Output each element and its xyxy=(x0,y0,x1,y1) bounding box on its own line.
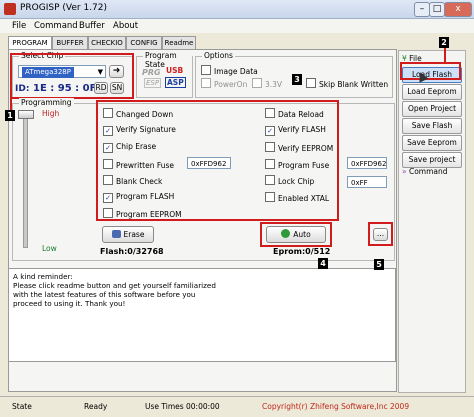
window-title: PROGISP (Ver 1.72) xyxy=(20,3,108,13)
annotation-label-5: 5 xyxy=(374,259,384,270)
sidebar: ¥ File Load Flash Load Eeprom Open Proje… xyxy=(398,50,466,393)
checkbox-icon xyxy=(103,108,113,118)
annotation-label-4: 4 xyxy=(318,258,328,269)
op-program-eeprom[interactable]: Program EEPROM xyxy=(103,208,182,219)
op-verify-eeprom[interactable]: Verify EEPROM xyxy=(265,142,333,153)
status-state-value: Ready xyxy=(84,402,108,411)
menu-command[interactable]: Command xyxy=(34,21,78,31)
op-enabled-xtal[interactable]: Enabled XTAL xyxy=(265,192,329,203)
skip-blank-checkbox[interactable]: Skip Blank Written xyxy=(306,78,388,89)
menu-bar: File Command Buffer About xyxy=(0,19,474,33)
checkbox-icon xyxy=(103,175,113,185)
sidebar-command-header[interactable]: » Command xyxy=(402,167,448,176)
fuse-value-field[interactable]: 0xFFD962 xyxy=(347,157,387,169)
save-eeprom-button[interactable]: Save Eeprom xyxy=(402,135,462,151)
tab-checkio[interactable]: CHECKIO xyxy=(88,36,126,49)
options-title: Options xyxy=(202,51,235,60)
app-icon xyxy=(4,3,16,15)
tab-config[interactable]: CONFIG xyxy=(126,36,162,49)
speed-slider-handle[interactable] xyxy=(18,110,34,119)
annotation-line-2 xyxy=(444,46,446,62)
erase-button[interactable]: Erase xyxy=(102,226,154,243)
save-project-button[interactable]: Save project xyxy=(402,152,462,168)
load-eeprom-button[interactable]: Load Eeprom xyxy=(402,84,462,100)
image-data-checkbox[interactable]: Image Data xyxy=(201,65,258,76)
status-state-label: State xyxy=(12,402,32,411)
op-program-fuse[interactable]: Program Fuse xyxy=(265,159,329,170)
checkbox-icon xyxy=(265,142,275,152)
power-on-checkbox[interactable]: PowerOn xyxy=(201,78,247,89)
speed-low-label: Low xyxy=(42,244,57,253)
status-use-times-value: 00:00:00 xyxy=(186,402,220,411)
lock-value-field[interactable]: 0xFF xyxy=(347,176,387,188)
checkmark-icon: ✓ xyxy=(103,143,113,153)
prewritten-fuse-field[interactable]: 0xFFD962 xyxy=(187,157,231,169)
op-chip-erase[interactable]: ✓ Chip Erase xyxy=(103,142,156,153)
checkbox-icon xyxy=(103,208,113,218)
op-changed-down[interactable]: Changed Down xyxy=(103,108,173,119)
op-data-reload[interactable]: Data Reload xyxy=(265,108,324,119)
status-use-times-label: Use Times xyxy=(145,402,184,411)
voltage-checkbox[interactable]: 3.3V xyxy=(252,78,282,89)
checkbox-icon xyxy=(265,175,275,185)
checkmark-icon: ✓ xyxy=(103,126,113,136)
maximize-button[interactable]: □ xyxy=(429,2,445,17)
annotation-box-5 xyxy=(368,222,393,246)
op-verify-signature[interactable]: ✓ Verify Signature xyxy=(103,125,176,136)
esp-indicator: ESP xyxy=(144,78,162,88)
close-button[interactable]: x xyxy=(444,2,472,17)
usb-indicator: USB xyxy=(166,66,184,75)
checkmark-icon: ✓ xyxy=(103,193,113,203)
op-prewritten-fuse[interactable]: Prewritten Fuse xyxy=(103,159,174,170)
checkmark-icon: ✓ xyxy=(265,126,275,136)
annotation-box-2 xyxy=(400,62,461,80)
speed-slider-track xyxy=(23,116,28,248)
speed-high-label: High xyxy=(42,109,60,118)
log-line: A kind reminder: xyxy=(13,272,73,281)
annotation-label-2: 2 xyxy=(439,37,449,48)
log-line: proceed to using it. Thank you! xyxy=(13,299,126,308)
menu-file[interactable]: File xyxy=(12,21,26,31)
tab-program[interactable]: PROGRAM xyxy=(8,36,52,50)
save-flash-button[interactable]: Save Flash xyxy=(402,118,462,134)
checkbox-icon xyxy=(265,108,275,118)
prg-indicator: PRG xyxy=(142,68,161,77)
tab-readme[interactable]: Readme xyxy=(162,36,196,49)
eprom-info: Eprom:0/512 xyxy=(273,247,331,256)
op-program-flash[interactable]: ✓ Program FLASH xyxy=(103,192,174,203)
menu-about[interactable]: About xyxy=(113,21,138,31)
annotation-box-4 xyxy=(260,222,332,247)
log-line: with the latest features of this softwar… xyxy=(13,290,196,299)
programming-title: Programming xyxy=(19,98,74,107)
checkbox-icon xyxy=(265,192,275,202)
checkbox-icon xyxy=(265,159,275,169)
copyright-text: Copyright(r) Zhifeng Software,Inc 2009 xyxy=(262,402,410,411)
status-bar: State Ready Use Times 00:00:00 Copyright… xyxy=(0,396,474,417)
annotation-box-1 xyxy=(10,53,134,99)
chevron-right-icon: » xyxy=(402,167,407,176)
asp-indicator: ASP xyxy=(165,77,186,88)
annotation-label-3: 3 xyxy=(292,74,302,85)
eraser-icon xyxy=(111,230,121,238)
minimize-button[interactable]: – xyxy=(414,2,430,17)
main-window: PROGISP (Ver 1.72) – □ x File Command Bu… xyxy=(0,0,474,417)
log-line: Please click readme button and get yours… xyxy=(13,281,216,290)
menu-buffer[interactable]: Buffer xyxy=(79,21,105,31)
title-bar: PROGISP (Ver 1.72) – □ x xyxy=(0,0,474,19)
annotation-label-1: 1 xyxy=(5,110,15,121)
op-verify-flash[interactable]: ✓ Verify FLASH xyxy=(265,125,326,136)
flash-info: Flash:0/32768 xyxy=(100,247,164,256)
op-lock-chip[interactable]: Lock Chip xyxy=(265,175,314,186)
op-blank-check[interactable]: Blank Check xyxy=(103,175,162,186)
checkbox-icon xyxy=(103,159,113,169)
open-project-button[interactable]: Open Project xyxy=(402,101,462,117)
log-output[interactable]: A kind reminder: Please click readme but… xyxy=(8,268,396,362)
tab-buffer[interactable]: BUFFER xyxy=(52,36,88,49)
